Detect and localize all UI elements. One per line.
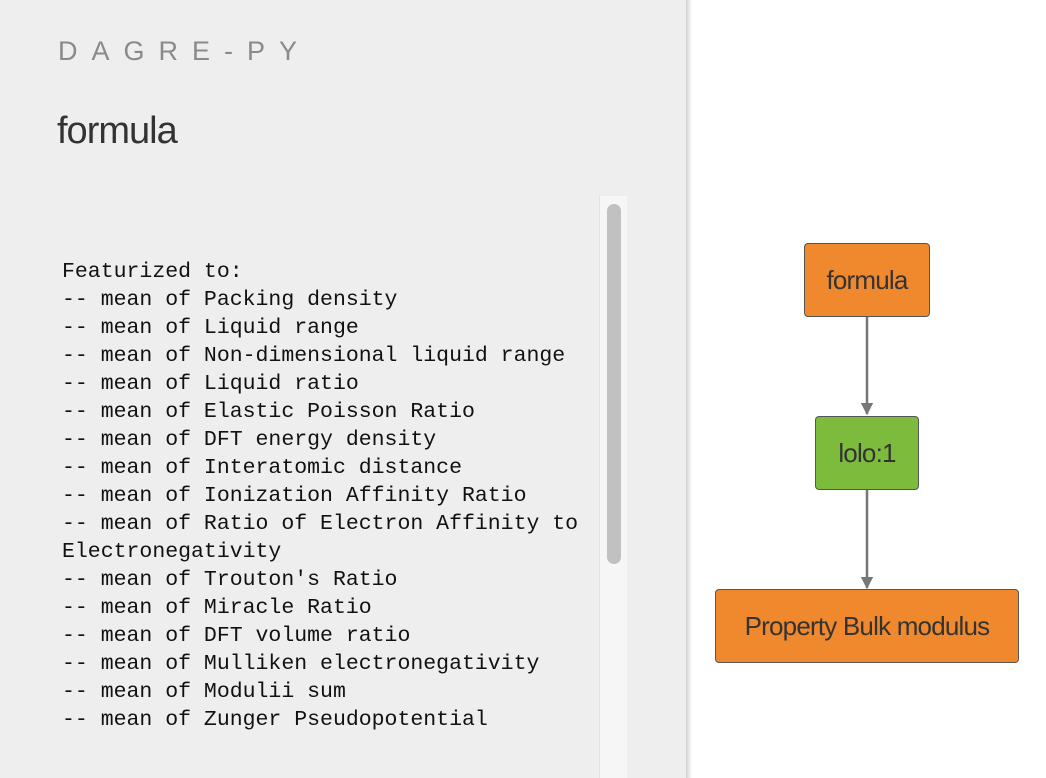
node-details-panel[interactable]: Featurized to: -- mean of Packing densit… — [0, 196, 626, 778]
graph-node-label: lolo:1 — [838, 437, 896, 468]
sidebar-panel: DAGRE-PY formula Featurized to: -- mean … — [0, 0, 686, 778]
details-scrollbar-thumb[interactable] — [607, 204, 621, 564]
app-title: DAGRE-PY — [58, 36, 312, 66]
graph-canvas[interactable]: formula lolo:1 Property Bulk modulus — [692, 0, 1046, 778]
graph-node-label: formula — [826, 264, 908, 295]
graph-node-lolo[interactable]: lolo:1 — [815, 416, 919, 490]
selected-node-title: formula — [57, 110, 178, 152]
graph-node-label: Property Bulk modulus — [744, 610, 991, 641]
graph-node-property-bulk-modulus[interactable]: Property Bulk modulus — [715, 589, 1019, 663]
node-details-text: Featurized to: -- mean of Packing densit… — [62, 260, 579, 732]
details-scrollbar[interactable] — [599, 196, 627, 778]
graph-node-formula[interactable]: formula — [804, 243, 930, 317]
